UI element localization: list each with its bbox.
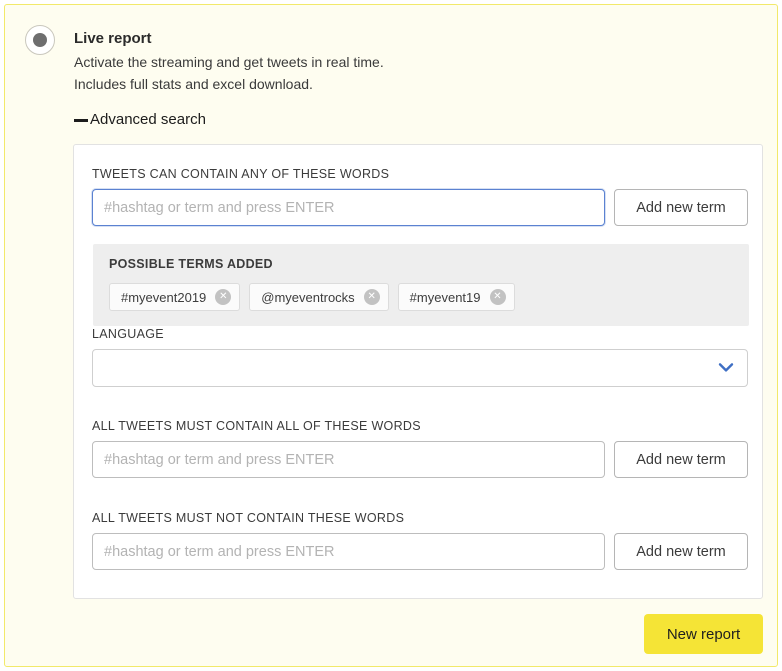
possible-terms-title: POSSIBLE TERMS ADDED bbox=[109, 257, 273, 271]
term-chip-label: #myevent2019 bbox=[121, 289, 207, 305]
advanced-search-card: TWEETS CAN CONTAIN ANY OF THESE WORDS Ad… bbox=[73, 144, 763, 599]
language-select-wrapper bbox=[92, 349, 748, 387]
live-report-radio[interactable] bbox=[25, 25, 55, 55]
close-icon[interactable]: ✕ bbox=[363, 289, 380, 305]
possible-terms-panel: POSSIBLE TERMS ADDED #myevent2019 ✕ @mye… bbox=[93, 244, 749, 326]
section-all-words: ALL TWEETS MUST CONTAIN ALL OF THESE WOR… bbox=[92, 419, 748, 478]
none-words-row: Add new term bbox=[92, 533, 748, 570]
close-icon[interactable]: ✕ bbox=[215, 289, 232, 305]
page-title: Live report bbox=[74, 30, 152, 47]
add-new-term-button-all[interactable]: Add new term bbox=[614, 441, 748, 478]
terms-list: #myevent2019 ✕ @myeventrocks ✕ #myevent1… bbox=[109, 283, 733, 311]
language-select[interactable] bbox=[92, 349, 748, 387]
all-words-input[interactable] bbox=[92, 441, 605, 478]
none-words-label: ALL TWEETS MUST NOT CONTAIN THESE WORDS bbox=[92, 511, 405, 525]
section-none-words: ALL TWEETS MUST NOT CONTAIN THESE WORDS … bbox=[92, 511, 748, 570]
close-icon[interactable]: ✕ bbox=[489, 289, 506, 305]
term-chip-label: #myevent19 bbox=[409, 289, 481, 305]
advanced-search-label: Advanced search bbox=[90, 111, 206, 128]
any-words-input[interactable] bbox=[92, 189, 605, 226]
new-report-button[interactable]: New report bbox=[644, 614, 763, 654]
section-any-words: TWEETS CAN CONTAIN ANY OF THESE WORDS Ad… bbox=[92, 167, 748, 226]
radio-selected-dot bbox=[33, 33, 47, 47]
add-new-term-button-any[interactable]: Add new term bbox=[614, 189, 748, 226]
none-words-input[interactable] bbox=[92, 533, 605, 570]
section-language: LANGUAGE bbox=[92, 327, 748, 387]
advanced-search-toggle[interactable]: Advanced search bbox=[74, 110, 206, 130]
any-words-label: TWEETS CAN CONTAIN ANY OF THESE WORDS bbox=[92, 167, 390, 181]
any-words-row: Add new term bbox=[92, 189, 748, 226]
option-description-line-1: Activate the streaming and get tweets in… bbox=[74, 54, 384, 70]
term-chip[interactable]: @myeventrocks ✕ bbox=[249, 283, 389, 311]
report-header: Live report Activate the streaming and g… bbox=[74, 28, 674, 95]
live-report-panel: Live report Activate the streaming and g… bbox=[4, 4, 778, 667]
language-label: LANGUAGE bbox=[92, 327, 164, 341]
minus-icon bbox=[74, 119, 88, 122]
all-words-label: ALL TWEETS MUST CONTAIN ALL OF THESE WOR… bbox=[92, 419, 421, 433]
all-words-row: Add new term bbox=[92, 441, 748, 478]
term-chip[interactable]: #myevent2019 ✕ bbox=[109, 283, 241, 311]
option-description-line-2: Includes full stats and excel download. bbox=[74, 76, 313, 92]
term-chip-label: @myeventrocks bbox=[261, 289, 355, 305]
add-new-term-button-none[interactable]: Add new term bbox=[614, 533, 748, 570]
term-chip[interactable]: #myevent19 ✕ bbox=[397, 283, 515, 311]
